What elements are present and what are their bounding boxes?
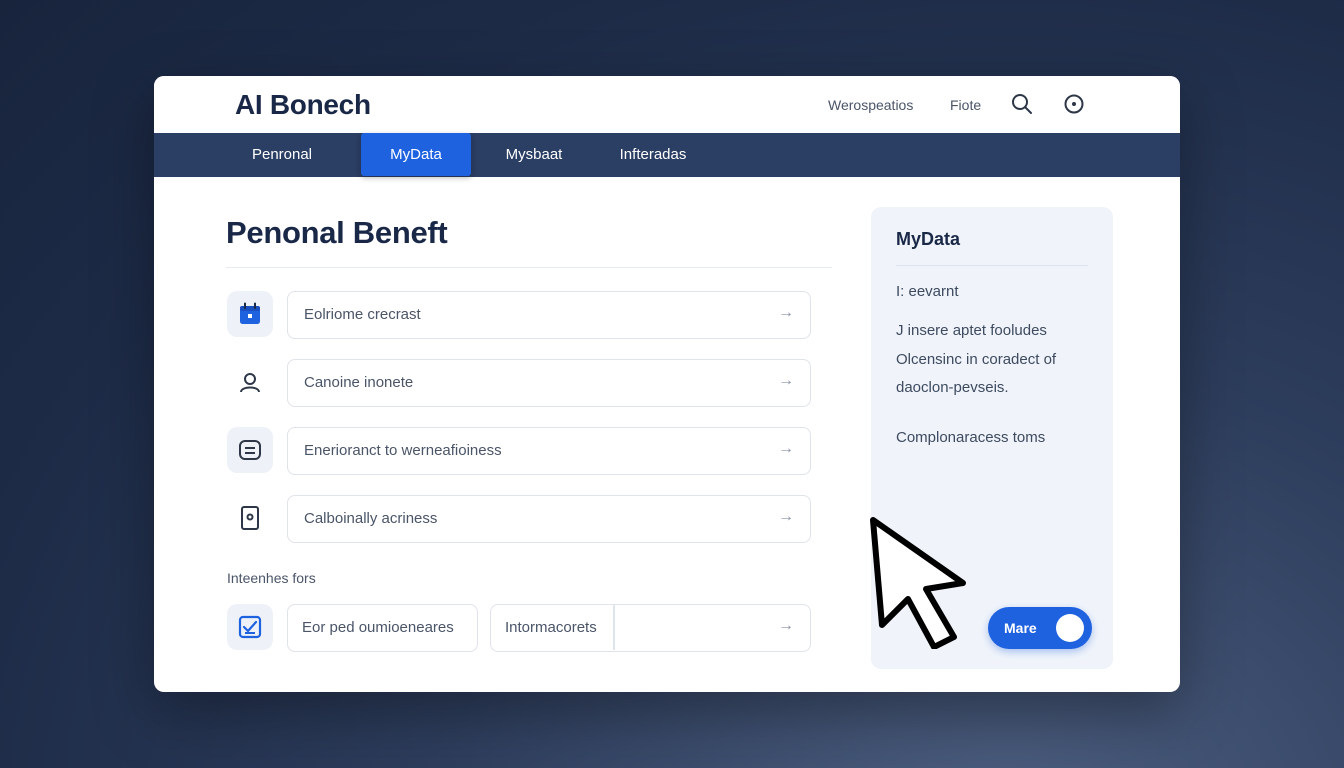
benefit-field-4-label: Calboinally acriness [304, 510, 438, 527]
side-panel-paragraph: J insere aptet fooludes Olcensinc in cor… [896, 322, 1057, 396]
header-link-fiote[interactable]: Fiote [950, 97, 981, 113]
header-link-werospeatios[interactable]: Werospeatios [828, 97, 913, 113]
chat-icon [227, 427, 273, 473]
bottom-field-2-label: Intormacorets [505, 619, 597, 636]
side-panel-title: MyData [896, 229, 961, 249]
benefit-field-3-label: Enerioranct to werneafioiness [304, 442, 502, 459]
side-panel-line-2: Complonaracess toms [896, 429, 1046, 446]
side-panel-line-1: I: eevarnt [896, 283, 959, 300]
benefit-field-2[interactable]: Canoine inonete → [287, 359, 811, 407]
arrow-right-icon: → [778, 617, 794, 634]
benefit-field-1-label: Eolriome crecrast [304, 306, 421, 323]
bottom-field-1-label: Eor ped oumioeneares [302, 619, 454, 636]
arrow-right-icon: → [778, 304, 794, 321]
main-content: Penonal Beneft Eolriome crecrast → Canoi… [154, 177, 1180, 692]
app-title: AI Bonech [235, 89, 371, 120]
benefit-field-3[interactable]: Enerioranct to werneafioiness → [287, 427, 811, 475]
benefit-field-4[interactable]: Calboinally acriness → [287, 495, 811, 543]
bottom-field-1[interactable]: Eor ped oumioeneares [287, 604, 478, 652]
field-divider [613, 605, 615, 650]
arrow-right-icon: → [778, 440, 794, 457]
device-icon [227, 495, 273, 541]
tab-penronal[interactable]: Penronal [232, 133, 332, 177]
info-icon[interactable] [1063, 93, 1085, 115]
calendar-icon [227, 291, 273, 337]
app-window: AI Bonech Werospeatios Fiote Penronal My… [154, 76, 1180, 692]
mouse-pointer-icon [868, 517, 968, 654]
nav-bar: Penronal MyData Mysbaat Infteradas [154, 133, 1180, 177]
benefit-field-1[interactable]: Eolriome crecrast → [287, 291, 811, 339]
mare-toggle[interactable]: Mare [988, 607, 1092, 649]
toggle-label: Mare [1004, 620, 1037, 636]
tab-mydata[interactable]: MyData [361, 133, 471, 176]
search-icon[interactable] [1011, 93, 1033, 115]
side-panel-divider [896, 265, 1088, 266]
app-header: AI Bonech Werospeatios Fiote [154, 76, 1180, 133]
section-label: Inteenhes fors [227, 570, 316, 586]
checklist-icon [227, 604, 273, 650]
arrow-right-icon: → [778, 372, 794, 389]
benefit-field-2-label: Canoine inonete [304, 374, 414, 391]
user-icon [227, 359, 273, 405]
page-title: Penonal Beneft [226, 215, 448, 250]
tab-infteradas[interactable]: Infteradas [602, 133, 704, 177]
arrow-right-icon: → [778, 508, 794, 525]
bottom-field-2[interactable]: Intormacorets → [490, 604, 811, 652]
tab-mysbaat[interactable]: Mysbaat [484, 133, 584, 177]
title-divider [226, 267, 832, 268]
toggle-knob[interactable] [1056, 614, 1084, 642]
